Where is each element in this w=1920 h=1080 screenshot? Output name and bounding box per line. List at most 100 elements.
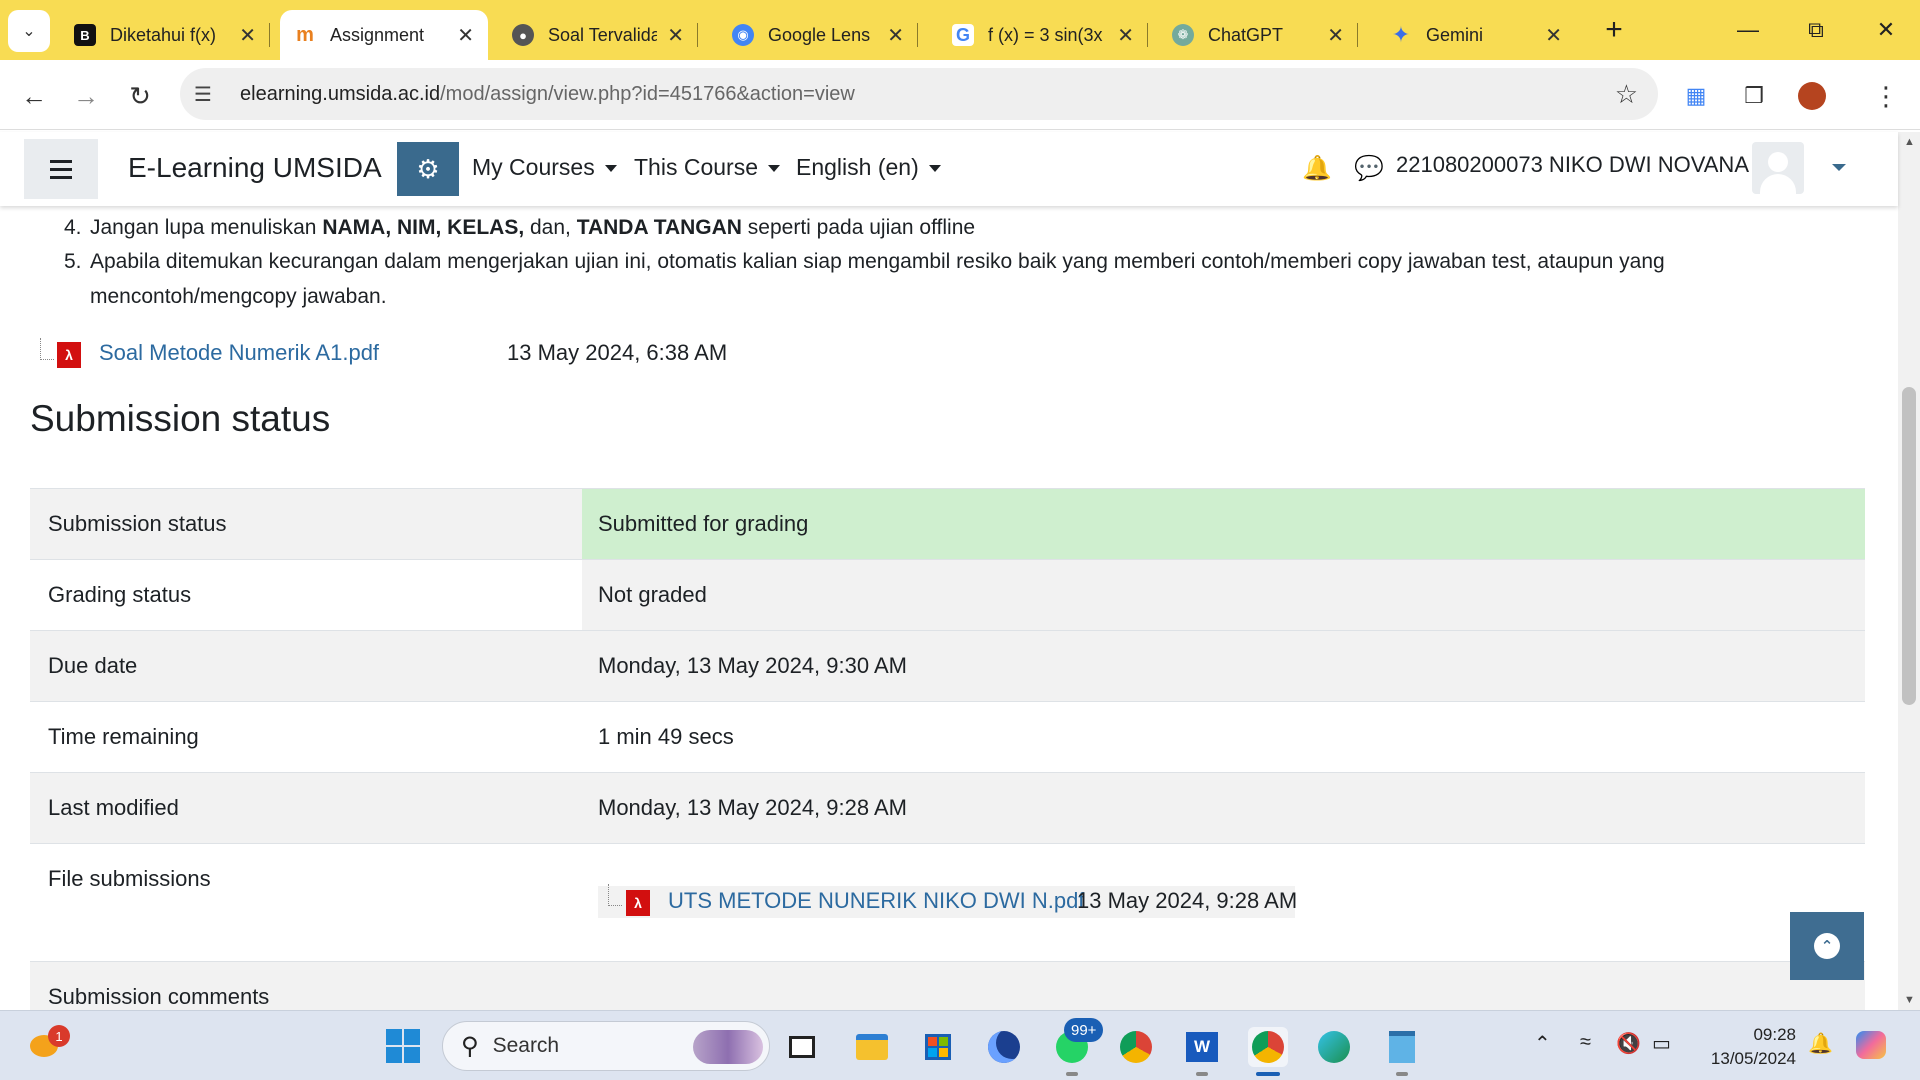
notepad-icon[interactable]: [1382, 1027, 1422, 1076]
whatsapp-unread-badge: 99+: [1064, 1018, 1104, 1042]
browser-tab[interactable]: ✦ Gemini ✕: [1376, 10, 1576, 60]
main-content: 4. Jangan lupa menuliskan NAMA, NIM, KELA…: [0, 206, 1898, 1010]
reload-button[interactable]: ↻: [120, 76, 160, 116]
new-tab-button[interactable]: +: [1596, 10, 1632, 50]
tab-title: Gemini: [1426, 24, 1484, 45]
menu-language[interactable]: English (en): [796, 154, 941, 181]
gemini-sparkle-icon: ✦: [1391, 22, 1411, 47]
page-scrollbar[interactable]: ▲ ▼: [1898, 132, 1920, 1010]
search-placeholder: Search: [492, 1034, 560, 1057]
arrow-right-icon: →: [73, 80, 99, 111]
user-name[interactable]: 221080200073 NIKO DWI NOVANA: [1396, 152, 1749, 178]
table-row: Due date Monday, 13 May 2024, 9:30 AM: [30, 630, 1865, 701]
browser-tab[interactable]: ● Soal Tervalidasi ✕: [498, 10, 698, 60]
tab-title: f (x) = 3 sin(3x: [988, 24, 1103, 45]
table-row: Grading status Not graded: [30, 559, 1865, 630]
close-window-button[interactable]: ✕: [1856, 6, 1916, 54]
weather-widget[interactable]: 1: [28, 1025, 70, 1061]
google-lens-icon: ◉: [732, 24, 754, 46]
menu-this-course[interactable]: This Course: [634, 154, 780, 181]
assignment-file-date: 13 May 2024, 6:38 AM: [507, 340, 728, 365]
back-button[interactable]: ←: [14, 76, 54, 116]
browser-tab[interactable]: G f (x) = 3 sin(3x ✕: [938, 10, 1148, 60]
minimize-icon: —: [1737, 17, 1759, 42]
menu-my-courses[interactable]: My Courses: [472, 154, 617, 181]
show-hidden-icons-chevron-icon[interactable]: ⌃: [1534, 1031, 1551, 1056]
tab-title: ChatGPT: [1208, 24, 1284, 45]
scroll-down-icon[interactable]: ▼: [1904, 994, 1915, 1006]
wifi-icon[interactable]: ≈: [1580, 1031, 1591, 1054]
volume-muted-icon[interactable]: 🔇: [1616, 1031, 1641, 1056]
notification-bell-icon[interactable]: 🔔: [1808, 1031, 1833, 1056]
moodle-favicon-icon: m: [294, 24, 316, 46]
search-highlight-image: [693, 1030, 763, 1064]
notification-bell-icon[interactable]: 🔔: [1302, 154, 1332, 183]
submitted-file-link[interactable]: UTS METODE NUNERIK NIKO DWI N.pdf: [668, 888, 1084, 914]
copilot-icon[interactable]: [1856, 1031, 1886, 1059]
section-title: Submission status: [30, 398, 331, 439]
browser-tab-active[interactable]: m Assignment ✕: [280, 10, 488, 60]
site-settings-icon[interactable]: ☰: [194, 82, 230, 107]
clock-date: 13/05/2024: [1710, 1049, 1796, 1068]
close-icon[interactable]: ✕: [1327, 23, 1344, 48]
close-icon[interactable]: ✕: [457, 23, 474, 48]
table-row: Time remaining 1 min 49 secs: [30, 701, 1865, 772]
browser-menu-icon[interactable]: ⋮: [1866, 76, 1906, 116]
b-favicon-icon: B: [74, 24, 96, 46]
close-icon[interactable]: ✕: [1545, 23, 1562, 48]
close-icon[interactable]: ✕: [887, 23, 904, 48]
taskbar-search-box[interactable]: ⚲ Search: [442, 1021, 770, 1071]
windows-start-icon[interactable]: [386, 1029, 420, 1063]
chrome-active-icon[interactable]: [1248, 1027, 1288, 1076]
browser-tab[interactable]: ◉ Google Lens ✕: [718, 10, 918, 60]
restore-button[interactable]: ⧉: [1786, 6, 1846, 54]
forward-button[interactable]: →: [66, 76, 106, 116]
scroll-up-icon[interactable]: ▲: [1904, 136, 1915, 148]
submission-status-table: Submission status Submitted for grading …: [30, 488, 1865, 1010]
pdf-icon: λ: [626, 890, 650, 916]
battery-icon[interactable]: ▭: [1652, 1031, 1671, 1056]
minimize-button[interactable]: —: [1718, 6, 1778, 54]
messages-icon[interactable]: 💬: [1354, 154, 1384, 183]
user-menu-caret-icon[interactable]: [1832, 164, 1846, 171]
url-text: elearning.umsida.ac.id/mod/assign/view.p…: [240, 83, 855, 106]
close-icon[interactable]: ✕: [239, 23, 256, 48]
due-date-value: Monday, 13 May 2024, 9:30 AM: [598, 653, 907, 678]
drawer-toggle-button[interactable]: [24, 139, 98, 199]
url-path: /mod/assign/view.php?id=451766&action=vi…: [440, 82, 855, 105]
instruction-item-5-cont: mencontoh/mengcopy jawaban.: [90, 285, 387, 308]
site-brand[interactable]: E-Learning UMSIDA: [128, 152, 382, 184]
browser-tab[interactable]: B Diketahui f(x) ✕: [60, 10, 270, 60]
profile-avatar[interactable]: [1792, 76, 1832, 116]
google-translate-icon[interactable]: ▦: [1676, 76, 1716, 116]
course-admin-gear-icon[interactable]: ⚙: [397, 142, 459, 196]
url-host: elearning.umsida.ac.id: [240, 82, 441, 105]
submitted-file-date: 13 May 2024, 9:28 AM: [1077, 888, 1298, 913]
site-navbar: E-Learning UMSIDA ⚙ My Courses This Cour…: [0, 132, 1898, 206]
word-icon[interactable]: W: [1182, 1027, 1222, 1076]
bookmark-star-icon[interactable]: ☆: [1615, 79, 1638, 110]
edge-icon[interactable]: [1314, 1027, 1354, 1067]
moon-app-icon[interactable]: [984, 1027, 1024, 1067]
google-icon: G: [952, 24, 974, 46]
task-view-icon[interactable]: [782, 1027, 822, 1067]
reload-icon: ↻: [129, 80, 151, 111]
close-icon[interactable]: ✕: [667, 23, 684, 48]
tab-search-button[interactable]: ⌄: [8, 10, 50, 52]
assignment-file-link[interactable]: Soal Metode Numerik A1.pdf: [99, 340, 379, 366]
user-avatar[interactable]: [1752, 142, 1804, 194]
address-bar[interactable]: ☰ elearning.umsida.ac.id/mod/assign/view…: [180, 68, 1658, 120]
back-to-top-button[interactable]: ⌃: [1790, 912, 1864, 980]
file-explorer-icon[interactable]: [852, 1027, 892, 1067]
system-clock[interactable]: 09:28 13/05/2024: [1700, 1023, 1796, 1071]
microsoft-store-icon[interactable]: [918, 1027, 958, 1067]
chrome-icon[interactable]: [1116, 1027, 1156, 1067]
plus-icon: +: [1605, 13, 1623, 46]
close-icon[interactable]: ✕: [1117, 23, 1134, 48]
grading-status-value: Not graded: [598, 582, 707, 607]
pdf-icon: λ: [57, 342, 81, 368]
scrollbar-thumb[interactable]: [1902, 387, 1916, 705]
browser-tab[interactable]: ❁ ChatGPT ✕: [1158, 10, 1358, 60]
browser-tab-strip: ⌄ B Diketahui f(x) ✕ m Assignment ✕ ● So…: [0, 0, 1920, 60]
extensions-puzzle-icon[interactable]: ❒: [1734, 76, 1774, 116]
